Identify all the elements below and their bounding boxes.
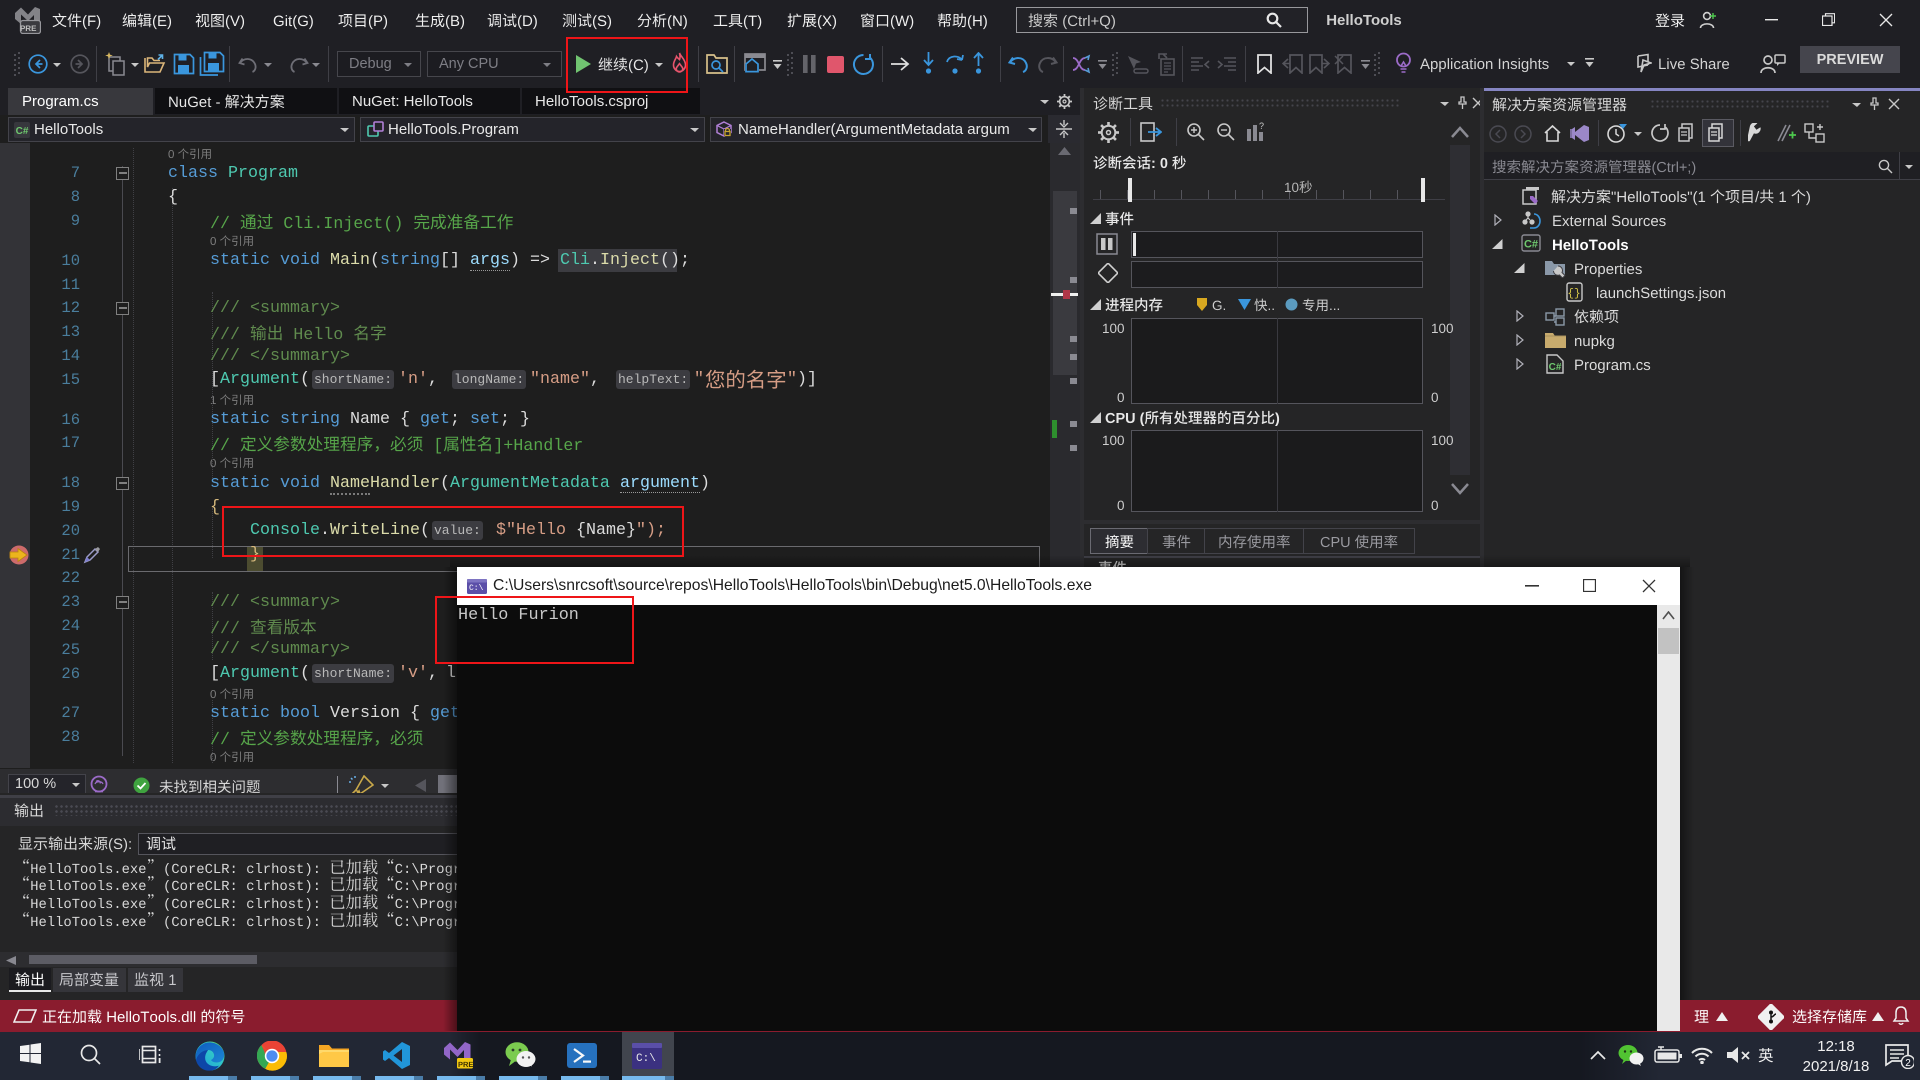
svg-text:{}: {}	[1567, 288, 1580, 300]
svg-text:C:\: C:\	[636, 1053, 656, 1065]
svg-text:C#: C#	[1549, 362, 1562, 373]
svg-text:C#: C#	[1524, 239, 1538, 251]
svg-text:?: ?	[1259, 121, 1264, 131]
svg-text:C#: C#	[16, 126, 29, 137]
svg-text:C:\: C:\	[469, 584, 484, 593]
svg-text:2: 2	[1905, 1058, 1911, 1069]
